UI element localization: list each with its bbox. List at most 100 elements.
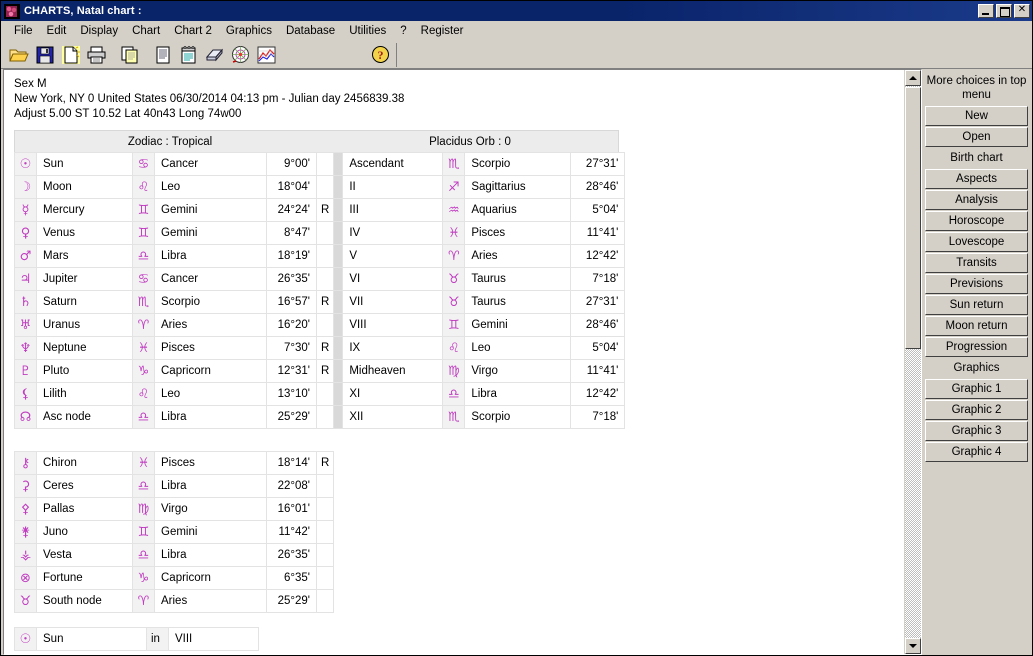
column-divider [333,198,344,222]
planet-degree: 9°00' [266,152,317,176]
asteroid-degree: 16°01' [266,497,317,521]
new-document-button[interactable] [58,42,83,67]
sidebar-button-open[interactable]: Open [925,127,1028,147]
help-button[interactable]: ? [368,42,393,67]
vertical-scrollbar[interactable] [904,70,921,654]
planet-retrograde-flag [315,244,335,268]
sidebar-button-previsions[interactable]: Previsions [925,274,1028,294]
house-sign: Virgo [464,359,572,383]
planet-degree: 18°04' [266,175,317,199]
notepad-icon [181,45,196,63]
zodiac-sign-icon: ♌ [132,175,155,199]
table-row: ⚷ Chiron ♓ Pisces 18°14' R [14,451,335,475]
asteroid-name: South node [36,589,133,613]
zodiac-sign-icon: ♎ [132,474,155,498]
asteroid-retrograde-flag [315,589,335,613]
table-row: ♄ Saturn ♏ Scorpio 16°57' R VII ♉ Taurus 27°31' [14,290,626,314]
menu-display[interactable]: Display [73,23,125,39]
planet-name: Mars [36,244,133,268]
open-folder-icon [8,49,29,62]
svg-text:?: ? [378,48,384,62]
planet-sign: Libra [154,244,267,268]
sidebar-button-progression[interactable]: Progression [925,337,1028,357]
sidebar-button-transits[interactable]: Transits [925,253,1028,273]
planet-degree: 26°35' [266,267,317,291]
planet-retrograde-flag [315,221,335,245]
menu-database[interactable]: Database [279,23,342,39]
planet-degree: 8°47' [266,221,317,245]
print-button[interactable] [84,42,109,67]
house-name: IX [342,336,444,360]
zodiac-sign-icon: ♓ [132,336,155,360]
menu-utilities[interactable]: Utilities [342,23,393,39]
planet-name: Lilith [36,382,133,406]
asteroid-symbol-icon: ⚴ [14,497,37,521]
sidebar-button-lovescope[interactable]: Lovescope [925,232,1028,252]
toolbar-separator [110,43,117,67]
graph-button[interactable] [254,42,279,67]
planets-houses-table: ☉ Sun ♋ Cancer 9°00' Ascendant ♏ Scorpio 27°31' ☽… [14,152,626,429]
notepad-button[interactable] [176,42,201,67]
menu-chart-2[interactable]: Chart 2 [167,23,219,39]
sidebar-button-moon-return[interactable]: Moon return [925,316,1028,336]
house-name: VIII [342,313,444,337]
planet-retrograde-flag [315,152,335,176]
planet-degree: 7°30' [266,336,317,360]
sidebar-button-graphic-2[interactable]: Graphic 2 [925,400,1028,420]
aspect-house: VIII [168,627,259,651]
menu-file[interactable]: File [7,23,40,39]
planet-name: Jupiter [36,267,133,291]
open-folder-button[interactable] [6,42,31,67]
document-button[interactable] [150,42,175,67]
menu-graphics[interactable]: Graphics [219,23,279,39]
scroll-down-button[interactable] [905,638,921,654]
asteroid-symbol-icon: ⊗ [14,566,37,590]
asteroid-name: Fortune [36,566,133,590]
sidebar-button-graphic-4[interactable]: Graphic 4 [925,442,1028,462]
sidebar-button-aspects[interactable]: Aspects [925,169,1028,189]
chart-wheel-button[interactable] [228,42,253,67]
house-degree: 7°18' [570,405,626,429]
zodiac-sign-icon: ♏ [442,405,466,429]
zodiac-sign-icon: ♊ [132,198,155,222]
asteroid-retrograde-flag [315,520,335,544]
asteroid-retrograde-flag [315,543,335,567]
menu-edit[interactable]: Edit [40,23,74,39]
table-row: ⚶ Vesta ♎ Libra 26°35' [14,543,335,567]
sidebar-button-horoscope[interactable]: Horoscope [925,211,1028,231]
eraser-button[interactable] [202,42,227,67]
minimize-button[interactable] [978,4,994,18]
sidebar-button-sun-return[interactable]: Sun return [925,295,1028,315]
menu-chart[interactable]: Chart [125,23,167,39]
table-row: ☽ Moon ♌ Leo 18°04' II ♐ Sagittarius 28°46' [14,175,626,199]
help-question-icon: ? [372,46,389,63]
chevron-down-icon [909,644,917,648]
asteroid-degree: 26°35' [266,543,317,567]
maximize-button[interactable] [996,4,1012,18]
house-name: IV [342,221,444,245]
menu-register[interactable]: Register [414,23,471,39]
column-divider [333,313,344,337]
sidebar-button-new[interactable]: New [925,106,1028,126]
scroll-up-button[interactable] [905,70,921,86]
asteroid-sign: Virgo [154,497,267,521]
chart-wheel-icon [232,46,249,63]
zodiac-sign-icon: ♈ [132,589,155,613]
menu-help[interactable]: ? [393,23,413,39]
sidebar-button-graphic-1[interactable]: Graphic 1 [925,379,1028,399]
sidebar-button-analysis[interactable]: Analysis [925,190,1028,210]
close-button[interactable] [1014,4,1030,18]
planet-sign: Leo [154,382,267,406]
zodiac-sign-icon: ♊ [132,520,155,544]
planet-symbol-icon: ⚸ [14,382,37,406]
copy-button[interactable] [117,42,142,67]
scrollbar-thumb[interactable] [905,87,921,349]
planet-sign: Cancer [154,152,267,176]
save-button[interactable] [32,42,57,67]
column-divider [333,244,344,268]
asteroid-retrograde-flag [315,497,335,521]
zodiac-sign-icon: ♎ [442,382,466,406]
house-sign: Taurus [464,267,572,291]
sidebar-button-graphic-3[interactable]: Graphic 3 [925,421,1028,441]
zodiac-sign-icon: ♓ [132,451,155,475]
